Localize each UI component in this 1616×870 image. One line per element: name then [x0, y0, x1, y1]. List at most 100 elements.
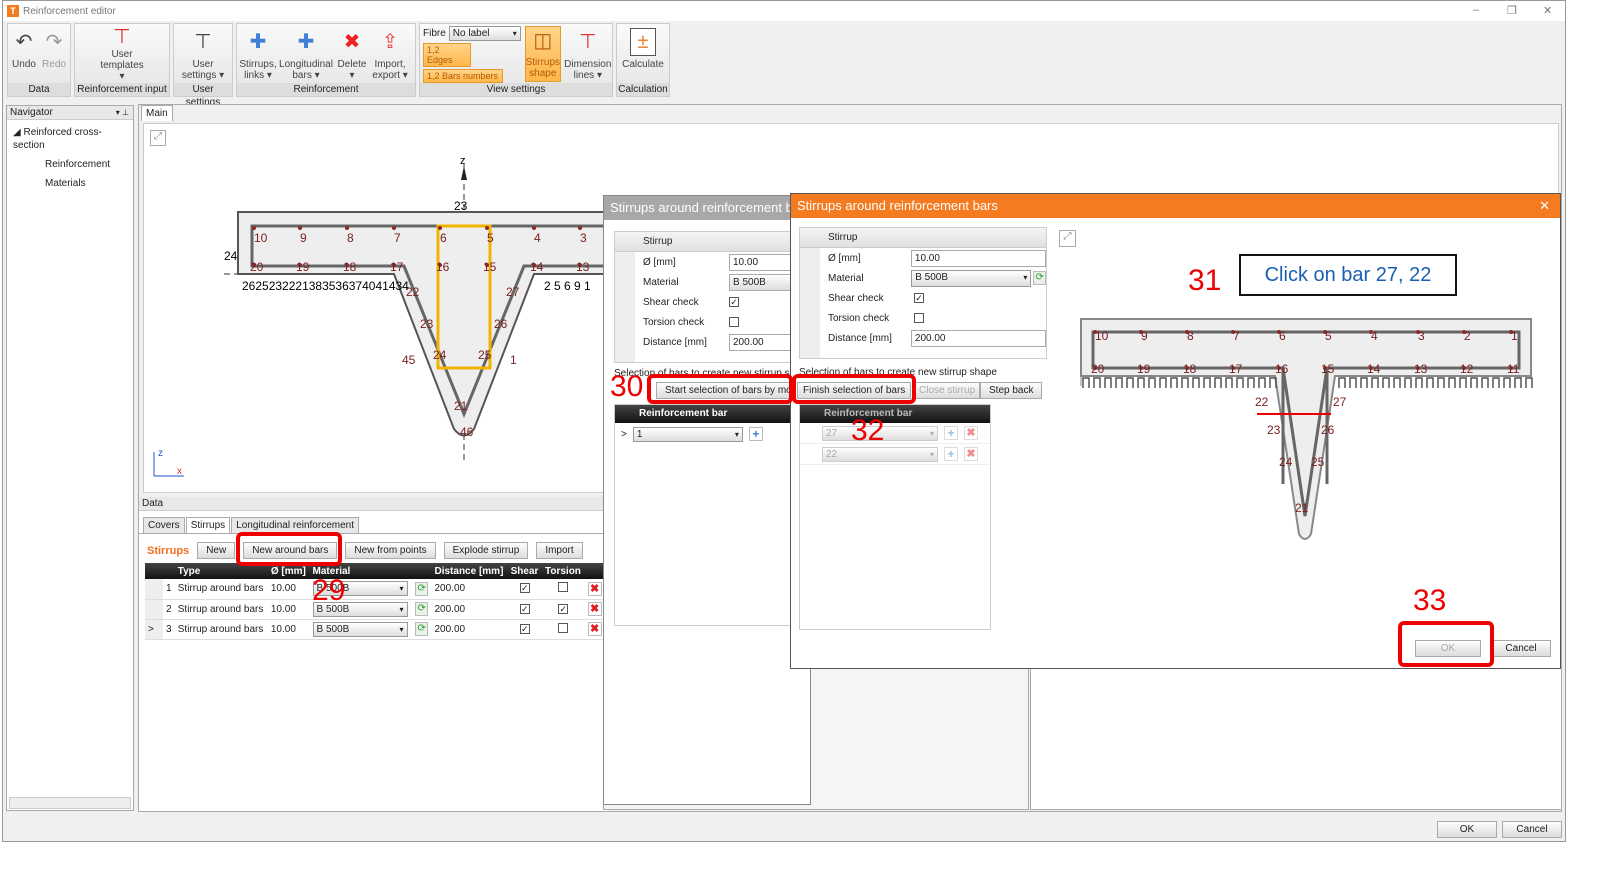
edges-toggle[interactable]: 1,2 Edges	[423, 43, 471, 67]
column-header[interactable]	[412, 563, 432, 579]
maximize-button[interactable]: ❐	[1507, 4, 1517, 17]
delete-row-icon[interactable]: ✖	[587, 602, 602, 616]
undo-button[interactable]: ↶ Undo	[11, 26, 37, 82]
shear-checkbox[interactable]: ✓	[519, 603, 530, 614]
add-icon[interactable]: +	[944, 426, 958, 440]
shear-checkbox[interactable]: ✓	[914, 293, 924, 303]
stirrups-shape-button[interactable]: ◫ Stirrups shape	[524, 26, 561, 82]
user-templates-button[interactable]: ⊤ User templates ▾	[97, 26, 147, 83]
diameter-cell[interactable]: 10.00	[267, 619, 310, 640]
dimension-lines-button[interactable]: ⊤ Dimension lines ▾	[564, 26, 611, 82]
bar-dot[interactable]	[532, 226, 536, 230]
tab-stirrups[interactable]: Stirrups	[185, 517, 231, 533]
refresh-icon[interactable]: ⟳	[415, 622, 429, 636]
bar-select[interactable]: 1	[632, 426, 743, 442]
fit-view-icon[interactable]: ⤢	[1059, 230, 1076, 247]
bar-label: 17	[390, 260, 404, 274]
explode-stirrup-button[interactable]: Explode stirrup	[443, 542, 529, 559]
new-from-points-button[interactable]: New from points	[345, 542, 436, 559]
column-header[interactable]	[584, 563, 605, 579]
shear-checkbox[interactable]: ✓	[729, 297, 739, 307]
row-indicator[interactable]	[145, 599, 163, 620]
svg-text:24: 24	[224, 249, 238, 263]
column-header[interactable]	[163, 563, 175, 579]
torsion-checkbox[interactable]	[558, 582, 569, 593]
diameter-cell[interactable]: 10.00	[267, 579, 310, 600]
pin-icon[interactable]: ▾ ⊥	[116, 106, 129, 120]
step-back-button[interactable]: Step back	[980, 382, 1043, 399]
tree-item-reinforced-cross-section[interactable]: ◢ Reinforced cross-section	[13, 123, 133, 155]
app-logo-icon: T	[7, 5, 19, 17]
new-button[interactable]: New	[197, 542, 236, 559]
shear-checkbox[interactable]: ✓	[519, 583, 530, 594]
column-header[interactable]	[145, 563, 163, 579]
navigator-scrollbar[interactable]	[9, 797, 131, 809]
tab-covers[interactable]: Covers	[143, 517, 185, 533]
shear-checkbox[interactable]: ✓	[519, 623, 530, 634]
torsion-checkbox[interactable]	[914, 313, 924, 323]
torsion-checkbox[interactable]	[729, 317, 739, 327]
delete-button[interactable]: ✖ Delete ▾	[336, 26, 368, 82]
user-settings-button[interactable]: ⊤ User settings ▾	[180, 26, 226, 82]
bar-dot[interactable]	[485, 226, 489, 230]
bar-dot[interactable]	[252, 226, 256, 230]
bars-numbers-toggle[interactable]: 1,2 Bars numbers	[423, 69, 503, 83]
distance-cell[interactable]: 200.00	[431, 619, 508, 640]
bar-dot[interactable]	[298, 226, 302, 230]
table-row[interactable]: >3Stirrup around bars10.00B 500B ⟳200.00 ✓…	[145, 619, 605, 640]
tab-longitudinal-reinforcement[interactable]: Longitudinal reinforcement	[231, 517, 359, 533]
torsion-checkbox[interactable]: ✓	[558, 603, 569, 614]
tree-item-materials[interactable]: Materials	[13, 174, 133, 193]
dialog-close-button[interactable]: ✕	[1539, 198, 1550, 214]
dialog-cross-section[interactable]: 10 9 8 7 6 5 4 3 2 120 19 18 17 16 15 14 13 12 1122 2723 262…	[1073, 294, 1553, 554]
material-select[interactable]: B 500B	[911, 269, 1032, 287]
diameter-cell[interactable]: 10.00	[267, 599, 310, 620]
redo-button[interactable]: ↷ Redo	[41, 26, 67, 82]
row-indicator[interactable]: >	[145, 619, 163, 640]
selected-bar-row[interactable]: 27+✖	[800, 423, 990, 444]
distance-cell[interactable]: 200.00	[431, 579, 508, 600]
row-indicator[interactable]	[145, 579, 163, 600]
tab-main[interactable]: Main	[141, 105, 173, 121]
bar-select[interactable]: 22	[822, 446, 938, 462]
longitudinal-bars-button[interactable]: ✚ Longitudinal bars ▾	[279, 26, 333, 82]
bar-dot[interactable]	[392, 226, 396, 230]
delete-label: Delete ▾	[337, 59, 367, 81]
cancel-button[interactable]: Cancel	[1502, 821, 1562, 838]
dialog-cancel-button[interactable]: Cancel	[1491, 640, 1551, 657]
minimize-button[interactable]: –	[1473, 4, 1479, 16]
ok-button[interactable]: OK	[1437, 821, 1497, 838]
delete-icon[interactable]: ✖	[964, 447, 978, 461]
bar-dot[interactable]	[438, 226, 442, 230]
delete-icon[interactable]: ✖	[964, 426, 978, 440]
import-button[interactable]: Import	[536, 542, 583, 559]
delete-row-icon[interactable]: ✖	[587, 622, 602, 636]
add-icon[interactable]: +	[748, 427, 763, 441]
torsion-checkbox[interactable]	[558, 622, 569, 633]
tree-item-reinforcement[interactable]: Reinforcement	[13, 155, 133, 174]
calculate-button[interactable]: ± Calculate	[622, 26, 664, 82]
table-row[interactable]: 2Stirrup around bars10.00B 500B⟳200.00✓✓…	[145, 599, 605, 620]
diameter-input[interactable]: 10.00	[910, 249, 1046, 267]
column-header[interactable]: Shear	[507, 563, 542, 579]
add-icon[interactable]: +	[944, 447, 958, 461]
refresh-icon[interactable]: ⟳	[415, 581, 429, 596]
bar-dot[interactable]	[578, 226, 582, 230]
bar-dot[interactable]	[345, 226, 349, 230]
import-export-button[interactable]: ⇪ Import, export ▾	[372, 26, 408, 82]
bar-label: 22	[1255, 395, 1269, 409]
close-stirrup-button[interactable]: Close stirrup	[914, 382, 981, 399]
refresh-icon[interactable]: ⟳	[415, 602, 429, 616]
distance-cell[interactable]: 200.00	[431, 599, 508, 620]
table-row[interactable]: 1Stirrup around bars10.00B 500B⟳200.00✓✖	[145, 579, 605, 600]
material-select[interactable]: B 500B	[312, 621, 408, 637]
delete-row-icon[interactable]: ✖	[587, 581, 602, 596]
stirrups-links-button[interactable]: ✚ Stirrups, links ▾	[239, 26, 276, 82]
selected-bar-row[interactable]: 22 + ✖	[800, 444, 990, 465]
refresh-icon[interactable]: ⟳	[1033, 271, 1046, 285]
distance-input[interactable]: 200.00	[910, 329, 1046, 347]
fibre-select[interactable]: No label	[448, 26, 521, 41]
column-header[interactable]: Torsion	[541, 563, 585, 579]
close-button[interactable]: ✕	[1543, 4, 1552, 17]
column-header[interactable]: Distance [mm]	[431, 563, 508, 579]
